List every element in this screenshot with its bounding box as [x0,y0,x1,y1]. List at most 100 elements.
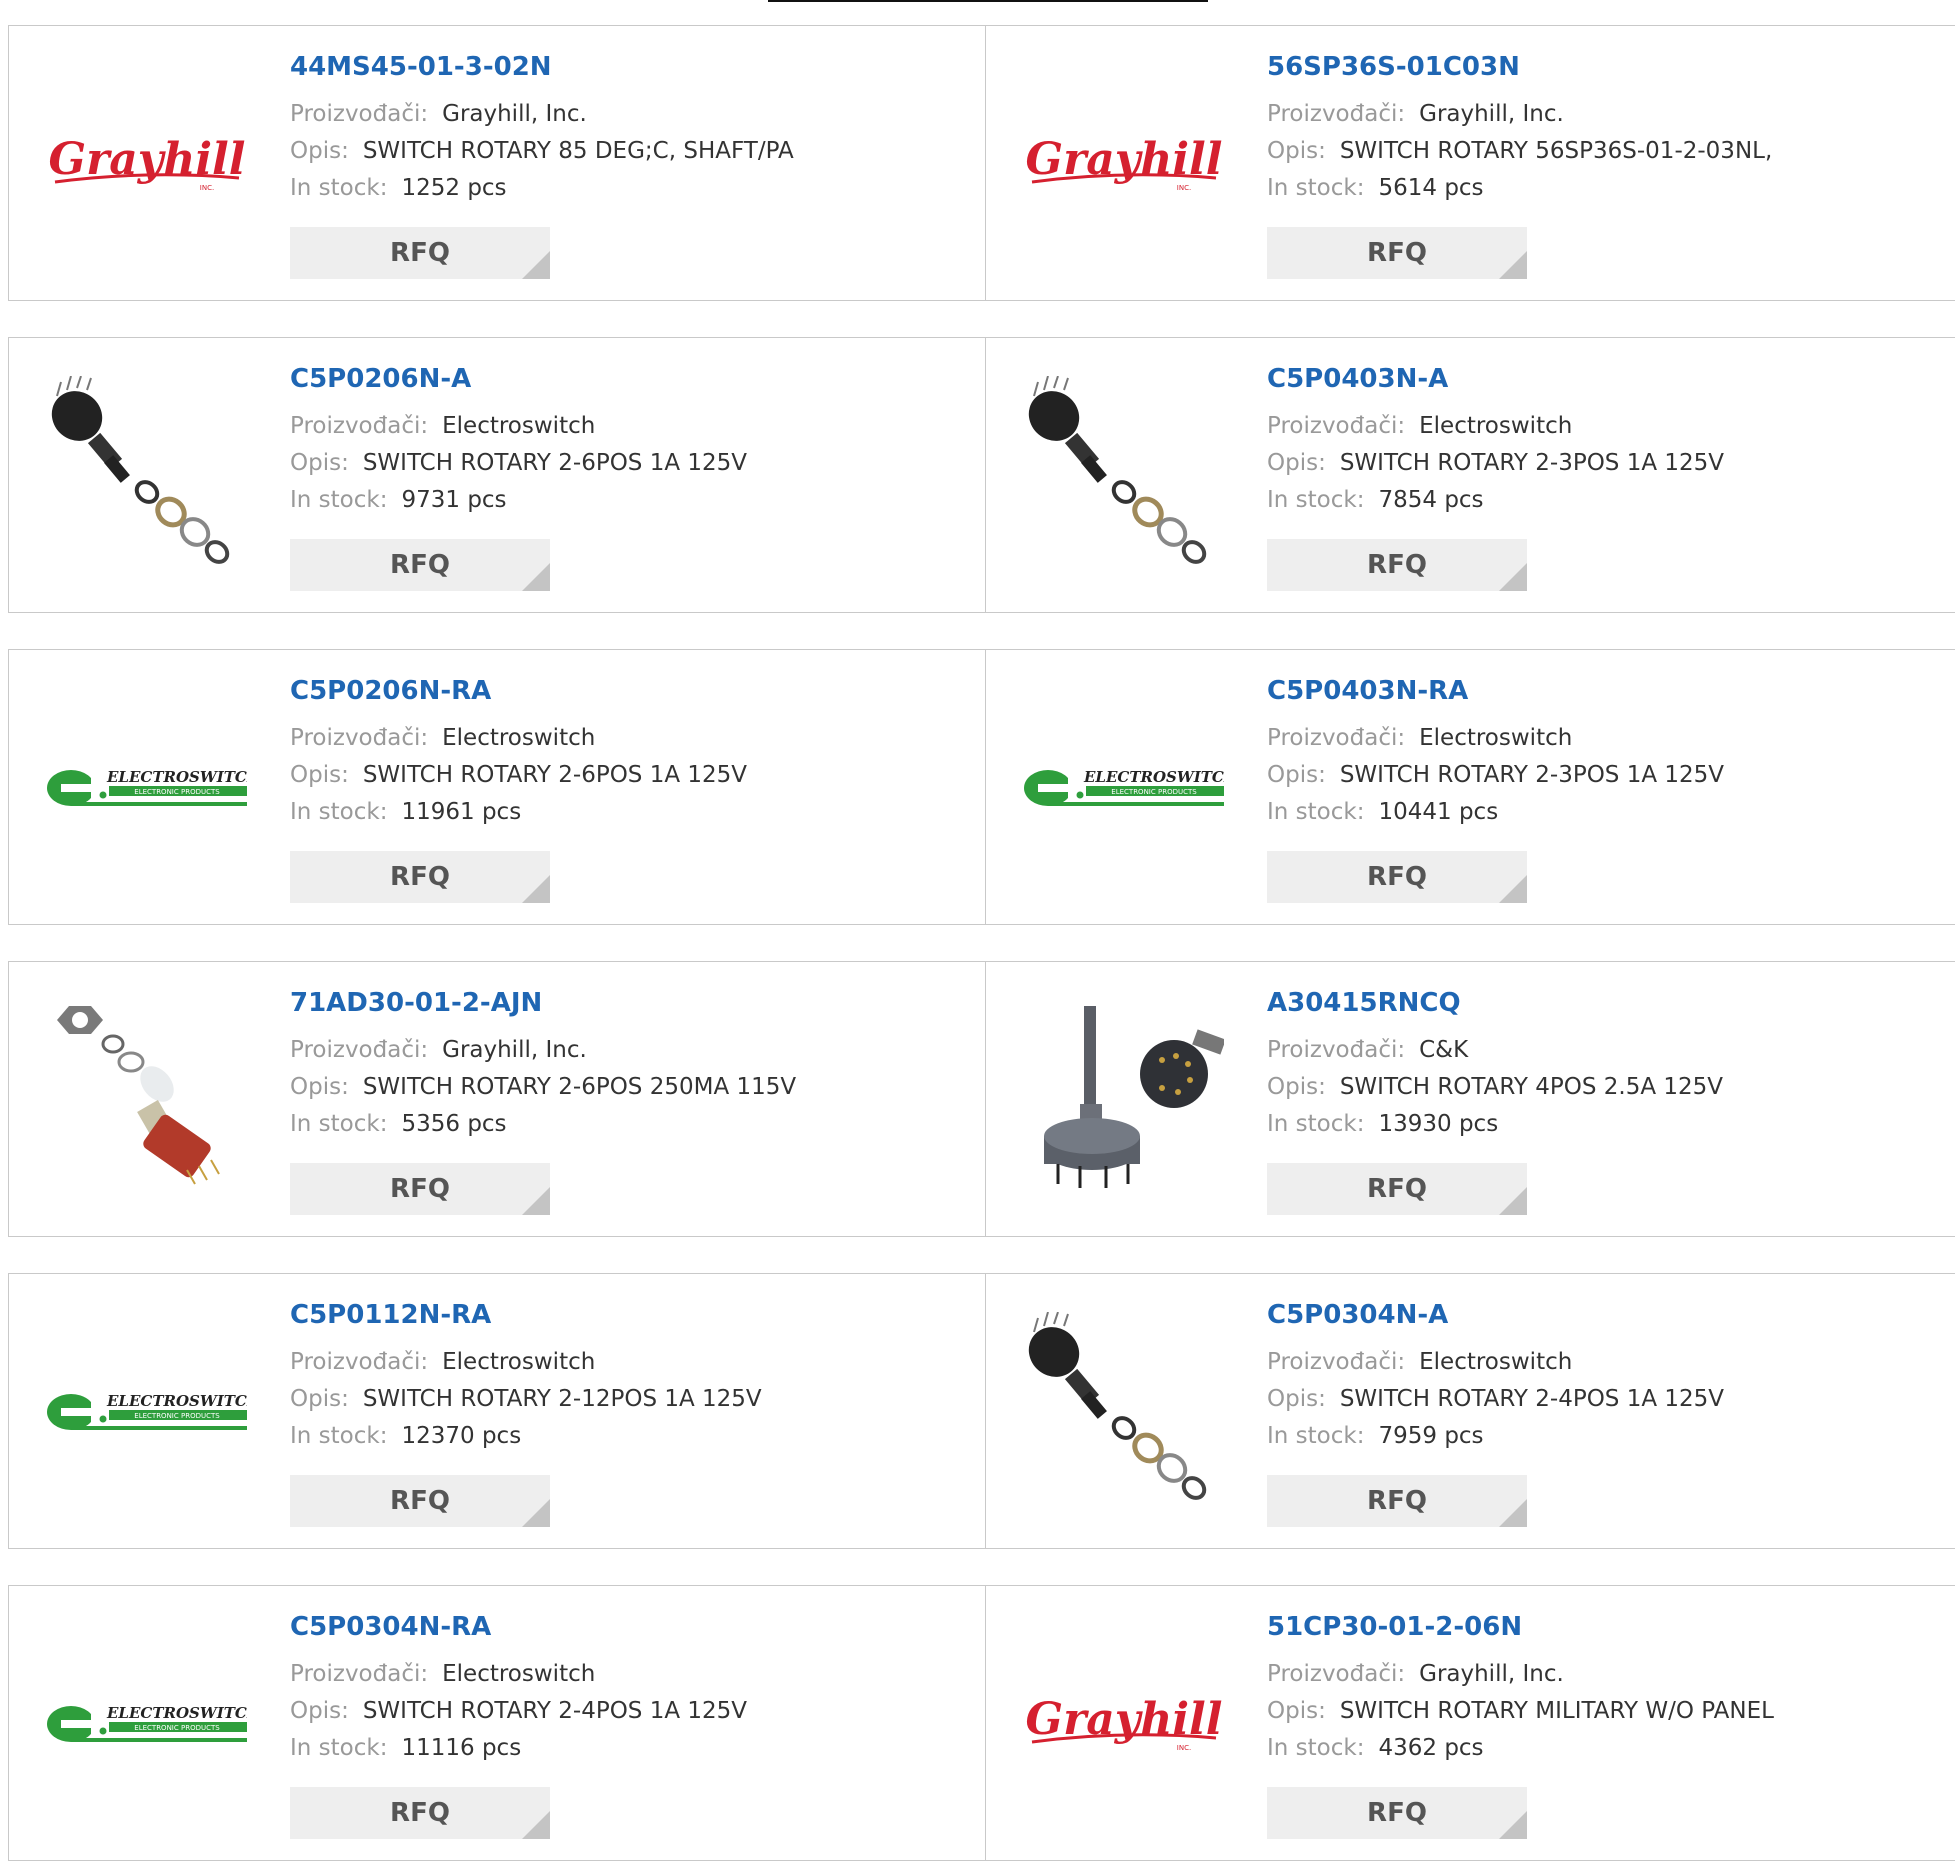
product-card: ELECTROSWITCH ELECTRONIC PRODUCTS C5P020… [8,649,986,925]
stock-value: 11116 pcs [401,1735,522,1761]
stock-value: 5356 pcs [401,1111,507,1137]
rfq-label: RFQ [1367,862,1427,892]
description-row: Opis: SWITCH ROTARY 85 DEG;C, SHAFT/PA [290,133,794,170]
part-number-link[interactable]: C5P0206N-RA [290,678,747,704]
rfq-label: RFQ [390,1798,450,1828]
svg-text:INC.: INC. [1177,1744,1191,1752]
description-row: Opis: SWITCH ROTARY 2-6POS 1A 125V [290,757,747,794]
manufacturer-label: Proizvođači: [290,101,429,127]
part-number-link[interactable]: 44MS45-01-3-02N [290,54,794,80]
part-number-link[interactable]: C5P0112N-RA [290,1302,762,1328]
stock-value: 7959 pcs [1378,1423,1484,1449]
rfq-button[interactable]: RFQ [290,851,550,903]
stock-row: In stock: 10441 pcs [1267,794,1724,831]
description-value: SWITCH ROTARY 2-12POS 1A 125V [362,1386,762,1412]
description-label: Opis: [1267,1698,1326,1724]
svg-text:ELECTROSWITCH: ELECTROSWITCH [106,768,247,786]
description-value: SWITCH ROTARY MILITARY W/O PANEL [1339,1698,1774,1724]
part-number-link[interactable]: C5P0304N-A [1267,1302,1724,1328]
electroswitch-logo[interactable]: ELECTROSWITCH ELECTRONIC PRODUCTS [1024,688,1224,888]
product-card: Grayhill INC. 44MS45-01-3-02N Proizvođač… [8,25,986,301]
stock-value: 5614 pcs [1378,175,1484,201]
description-label: Opis: [290,138,349,164]
rotary-switch-rings[interactable] [1024,1312,1224,1512]
product-card: C5P0403N-A Proizvođači: Electroswitch Opi… [986,337,1955,613]
stock-label: In stock: [290,1423,388,1449]
manufacturer-value: Electroswitch [442,1349,596,1375]
description-label: Opis: [290,1698,349,1724]
electroswitch-logo[interactable]: ELECTROSWITCH ELECTRONIC PRODUCTS [47,1312,247,1512]
grayhill-logo[interactable]: Grayhill INC. [1024,1624,1224,1824]
description-label: Opis: [1267,1074,1326,1100]
stock-row: In stock: 7854 pcs [1267,482,1724,519]
stock-value: 13930 pcs [1378,1111,1499,1137]
part-number-link[interactable]: C5P0304N-RA [290,1614,747,1640]
stock-row: In stock: 11116 pcs [290,1730,747,1767]
manufacturer-label: Proizvođači: [290,413,429,439]
part-number-link[interactable]: 56SP36S-01C03N [1267,54,1772,80]
rfq-label: RFQ [1367,1798,1427,1828]
part-number-link[interactable]: 71AD30-01-2-AJN [290,990,796,1016]
rfq-button[interactable]: RFQ [1267,851,1527,903]
rfq-button[interactable]: RFQ [290,539,550,591]
rfq-label: RFQ [1367,1174,1427,1204]
rfq-button[interactable]: RFQ [1267,539,1527,591]
description-value: SWITCH ROTARY 2-6POS 1A 125V [362,450,748,476]
stock-label: In stock: [1267,799,1365,825]
rfq-button[interactable]: RFQ [1267,227,1527,279]
rfq-button[interactable]: RFQ [1267,1163,1527,1215]
electroswitch-logo[interactable]: ELECTROSWITCH ELECTRONIC PRODUCTS [47,1624,247,1824]
grayhill-logo[interactable]: Grayhill INC. [1024,64,1224,264]
description-row: Opis: SWITCH ROTARY 2-3POS 1A 125V [1267,445,1724,482]
stock-row: In stock: 13930 pcs [1267,1106,1723,1143]
rotary-switch-red[interactable] [47,1000,247,1200]
part-number-link[interactable]: C5P0403N-RA [1267,678,1724,704]
description-label: Opis: [1267,1386,1326,1412]
svg-text:INC.: INC. [1177,184,1191,192]
description-value: SWITCH ROTARY 4POS 2.5A 125V [1339,1074,1724,1100]
stock-row: In stock: 5614 pcs [1267,170,1772,207]
description-value: SWITCH ROTARY 56SP36S-01-2-03NL, [1339,138,1773,164]
stock-label: In stock: [1267,1111,1365,1137]
rotary-switch-rings[interactable] [1024,376,1224,576]
product-card: ELECTROSWITCH ELECTRONIC PRODUCTS C5P011… [8,1273,986,1549]
part-number-link[interactable]: 51CP30-01-2-06N [1267,1614,1774,1640]
rfq-label: RFQ [1367,1486,1427,1516]
rfq-button[interactable]: RFQ [290,227,550,279]
description-label: Opis: [290,1074,349,1100]
svg-text:INC.: INC. [200,184,214,192]
manufacturer-row: Proizvođači: Electroswitch [1267,1344,1724,1381]
rfq-button[interactable]: RFQ [290,1475,550,1527]
manufacturer-value: C&K [1419,1037,1469,1063]
product-card: ELECTROSWITCH ELECTRONIC PRODUCTS C5P030… [8,1585,986,1861]
rfq-button[interactable]: RFQ [290,1163,550,1215]
part-number-link[interactable]: A30415RNCQ [1267,990,1723,1016]
part-number-link[interactable]: C5P0206N-A [290,366,747,392]
manufacturer-label: Proizvođači: [290,725,429,751]
part-number-link[interactable]: C5P0403N-A [1267,366,1724,392]
corner-triangle-icon [522,1187,550,1215]
rfq-button[interactable]: RFQ [1267,1475,1527,1527]
electroswitch-logo[interactable]: ELECTROSWITCH ELECTRONIC PRODUCTS [47,688,247,888]
manufacturer-value: Electroswitch [1419,1349,1573,1375]
manufacturer-label: Proizvođači: [1267,101,1406,127]
svg-text:ELECTROSWITCH: ELECTROSWITCH [106,1392,247,1410]
manufacturer-value: Electroswitch [442,1661,596,1687]
corner-triangle-icon [522,1499,550,1527]
svg-text:ELECTRONIC PRODUCTS: ELECTRONIC PRODUCTS [1111,788,1197,796]
manufacturer-row: Proizvođači: Electroswitch [1267,720,1724,757]
manufacturer-row: Proizvođači: Grayhill, Inc. [1267,96,1772,133]
corner-triangle-icon [1499,1499,1527,1527]
corner-triangle-icon [522,1811,550,1839]
manufacturer-row: Proizvođači: Electroswitch [1267,408,1724,445]
grayhill-logo[interactable]: Grayhill INC. [47,64,247,264]
rfq-label: RFQ [1367,550,1427,580]
svg-text:ELECTROSWITCH: ELECTROSWITCH [106,1704,247,1722]
manufacturer-label: Proizvođači: [1267,1037,1406,1063]
rotary-switch-rings[interactable] [47,376,247,576]
rotary-switch-gray[interactable] [1024,1000,1224,1200]
rfq-button[interactable]: RFQ [1267,1787,1527,1839]
description-value: SWITCH ROTARY 85 DEG;C, SHAFT/PA [362,138,794,164]
manufacturer-value: Grayhill, Inc. [1419,1661,1564,1687]
rfq-button[interactable]: RFQ [290,1787,550,1839]
